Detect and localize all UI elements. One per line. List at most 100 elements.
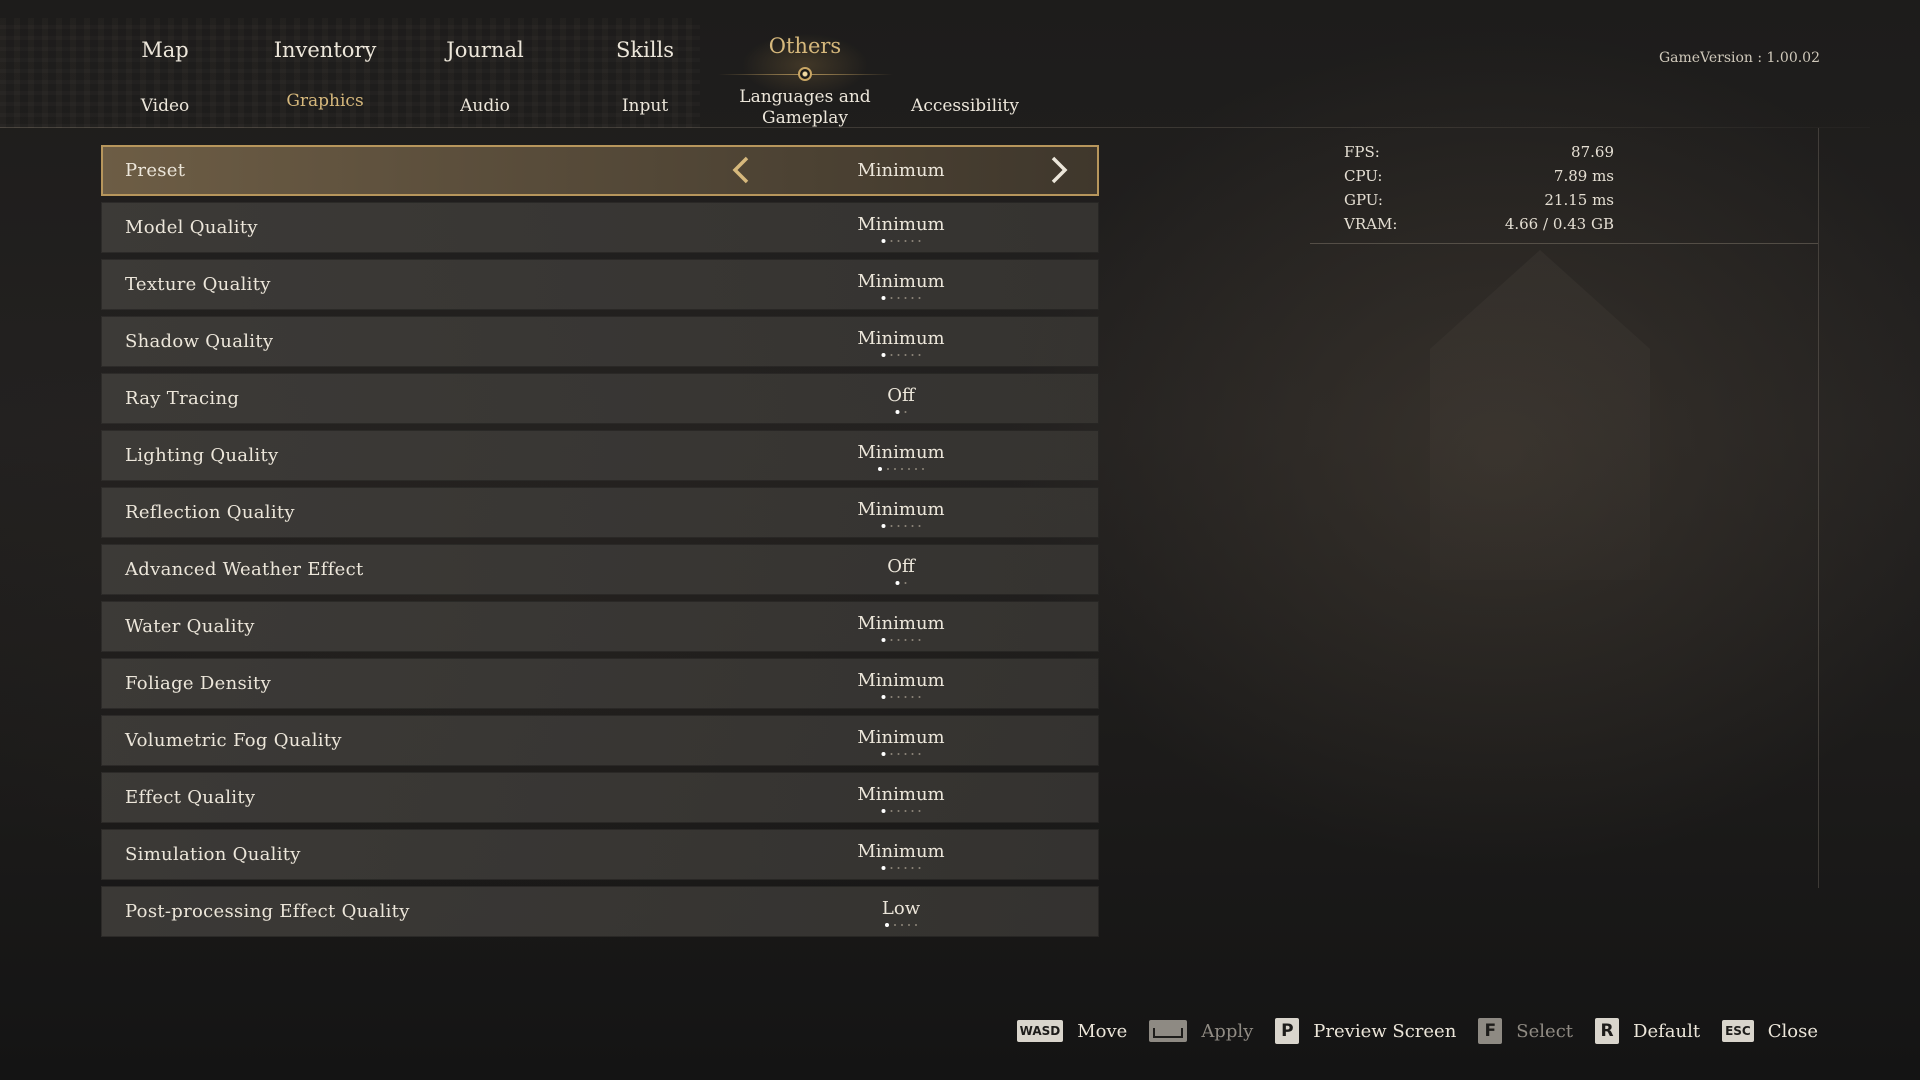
step-dot: [918, 240, 921, 242]
stat-key: FPS:: [1344, 143, 1380, 161]
step-dot: [915, 924, 917, 926]
setting-value: Minimum: [857, 727, 945, 748]
step-dot: [881, 866, 886, 870]
step-dot: [911, 753, 914, 755]
tab-inventory[interactable]: Inventory: [274, 38, 377, 62]
setting-value: Minimum: [857, 613, 945, 634]
step-dot: [890, 297, 893, 299]
tab-map[interactable]: Map: [141, 38, 188, 62]
setting-value: Minimum: [857, 841, 945, 862]
setting-row-texture-quality[interactable]: Texture Quality Minimum: [101, 259, 1099, 310]
hint-select[interactable]: F Select: [1478, 1018, 1573, 1044]
chevron-right-icon[interactable]: [1043, 155, 1073, 185]
hint-apply[interactable]: Apply: [1149, 1020, 1253, 1042]
step-dot: [904, 753, 907, 755]
setting-label: Ray Tracing: [125, 388, 240, 409]
stats-panel-divider: [1818, 128, 1819, 888]
step-dot: [885, 923, 889, 927]
subtab-audio[interactable]: Audio: [460, 96, 510, 116]
step-dot: [897, 696, 900, 698]
setting-row-effect-quality[interactable]: Effect Quality Minimum: [101, 772, 1099, 823]
setting-label: Simulation Quality: [125, 844, 301, 865]
subtab-graphics[interactable]: Graphics: [286, 91, 363, 111]
step-dot: [904, 696, 907, 698]
setting-row-lighting-quality[interactable]: Lighting Quality Minimum: [101, 430, 1099, 481]
setting-value: Minimum: [857, 328, 945, 349]
subtab-languages-and-gameplay[interactable]: Languages and Gameplay: [739, 87, 870, 129]
tab-journal[interactable]: Journal: [446, 38, 523, 62]
step-dot: [890, 810, 893, 812]
setting-row-simulation-quality[interactable]: Simulation Quality Minimum: [101, 829, 1099, 880]
hint-label: Close: [1767, 1020, 1818, 1042]
step-dot: [881, 296, 886, 300]
step-dot: [908, 924, 910, 926]
key-f-icon: F: [1478, 1018, 1503, 1044]
step-dot: [911, 354, 914, 356]
step-dot: [890, 696, 893, 698]
setting-row-preset[interactable]: Preset Minimum: [101, 145, 1099, 196]
setting-value: Low: [881, 898, 921, 919]
option-step-indicator: [881, 239, 921, 243]
option-step-indicator: [881, 353, 921, 357]
setting-label: Model Quality: [125, 217, 258, 238]
step-dot: [881, 353, 886, 357]
setting-label: Preset: [125, 160, 186, 181]
setting-row-model-quality[interactable]: Model Quality Minimum: [101, 202, 1099, 253]
hint-default[interactable]: R Default: [1595, 1018, 1700, 1044]
stat-key: CPU:: [1344, 167, 1383, 185]
tab-others[interactable]: Others: [769, 34, 841, 58]
option-step-indicator: [878, 467, 924, 471]
tab-skills[interactable]: Skills: [616, 38, 674, 62]
setting-row-ray-tracing[interactable]: Ray Tracing Off: [101, 373, 1099, 424]
step-dot: [911, 240, 914, 242]
option-step-indicator: [895, 410, 907, 414]
step-dot: [911, 525, 914, 527]
setting-value: Off: [887, 556, 915, 577]
setting-label: Texture Quality: [125, 274, 271, 295]
setting-value: Minimum: [857, 670, 945, 691]
step-dot: [911, 810, 914, 812]
option-step-indicator: [881, 866, 921, 870]
setting-label: Advanced Weather Effect: [125, 559, 364, 580]
setting-row-reflection-quality[interactable]: Reflection Quality Minimum: [101, 487, 1099, 538]
subtab-input[interactable]: Input: [622, 96, 668, 116]
setting-row-shadow-quality[interactable]: Shadow Quality Minimum: [101, 316, 1099, 367]
key-r-icon: R: [1595, 1018, 1620, 1044]
step-dot: [918, 753, 921, 755]
step-dot: [881, 695, 886, 699]
step-dot: [890, 240, 893, 242]
hint-close[interactable]: ESC Close: [1722, 1020, 1818, 1042]
step-dot: [911, 867, 914, 869]
stat-value: 7.89 ms: [1553, 167, 1614, 185]
setting-label: Post-processing Effect Quality: [125, 901, 410, 922]
setting-value: Minimum: [857, 160, 945, 181]
option-step-indicator: [881, 695, 921, 699]
setting-row-advanced-weather-effect[interactable]: Advanced Weather Effect Off: [101, 544, 1099, 595]
setting-label: Volumetric Fog Quality: [125, 730, 342, 751]
chevron-left-icon[interactable]: [727, 155, 757, 185]
setting-row-post-processing-effect-quality[interactable]: Post-processing Effect Quality Low: [101, 886, 1099, 937]
hint-label: Select: [1516, 1020, 1574, 1042]
step-dot: [878, 467, 882, 471]
subtab-accessibility[interactable]: Accessibility: [911, 96, 1019, 116]
step-dot: [918, 867, 921, 869]
spacebar-glyph: [1153, 1028, 1184, 1038]
header-divider: [0, 127, 1870, 128]
setting-row-volumetric-fog-quality[interactable]: Volumetric Fog Quality Minimum: [101, 715, 1099, 766]
step-dot: [897, 297, 900, 299]
hint-move[interactable]: WASD Move: [1016, 1020, 1127, 1042]
step-dot: [911, 696, 914, 698]
subtab-video[interactable]: Video: [141, 96, 190, 116]
step-dot: [897, 810, 900, 812]
setting-row-water-quality[interactable]: Water Quality Minimum: [101, 601, 1099, 652]
step-dot: [890, 639, 893, 641]
step-dot: [922, 468, 924, 470]
setting-value: Minimum: [857, 214, 945, 235]
hint-preview-screen[interactable]: P Preview Screen: [1275, 1018, 1456, 1044]
step-dot: [887, 468, 889, 470]
setting-row-foliage-density[interactable]: Foliage Density Minimum: [101, 658, 1099, 709]
setting-value: Minimum: [857, 784, 945, 805]
step-dot: [908, 468, 910, 470]
step-dot: [901, 468, 903, 470]
step-dot: [918, 525, 921, 527]
